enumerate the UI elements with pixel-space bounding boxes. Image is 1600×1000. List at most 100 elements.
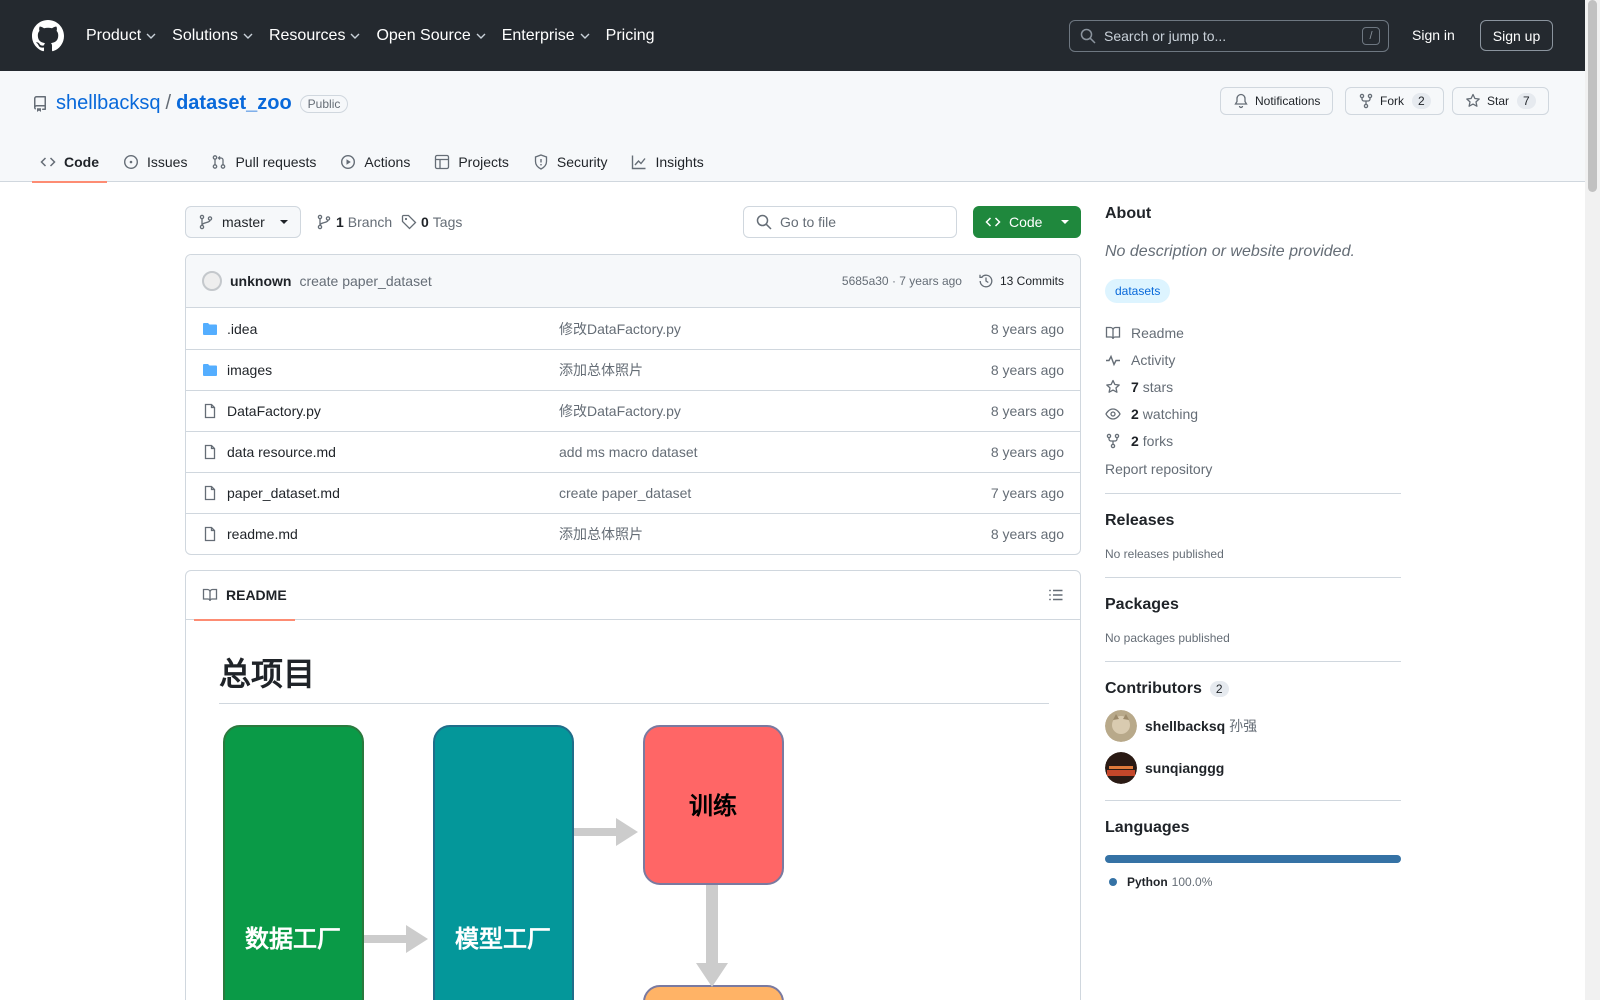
tab-issues[interactable]: Issues	[115, 141, 195, 182]
fork-button[interactable]: Fork 2	[1345, 87, 1444, 115]
tab-security[interactable]: Security	[525, 141, 616, 182]
packages-heading[interactable]: Packages	[1105, 596, 1401, 614]
nav-open-source[interactable]: Open Source	[376, 26, 486, 45]
file-row[interactable]: images 添加总体照片 8 years ago	[186, 349, 1080, 390]
file-row[interactable]: data resource.md add ms macro dataset 8 ye…	[186, 431, 1080, 472]
sidebar-link-label: stars	[1142, 379, 1174, 395]
commit-author[interactable]: unknown	[230, 273, 291, 289]
branches-link[interactable]: 1 Branch	[316, 214, 392, 230]
graph-icon	[632, 155, 647, 169]
tags-link[interactable]: 0 Tags	[401, 214, 462, 230]
list-icon[interactable]	[1048, 587, 1064, 603]
tag-count-label: Tags	[432, 214, 463, 230]
file-commit-message[interactable]: 添加总体照片	[559, 360, 643, 380]
code-dropdown-button[interactable]: Code	[973, 206, 1081, 238]
file-age: 8 years ago	[990, 362, 1064, 378]
file-commit-message[interactable]: 添加总体照片	[559, 524, 643, 544]
tab-insights[interactable]: Insights	[623, 141, 711, 182]
file-row[interactable]: readme.md 添加总体照片 8 years ago	[186, 513, 1080, 554]
commit-meta[interactable]: 5685a30 · 7 years ago	[842, 274, 962, 288]
sidebar-link-stars[interactable]: 7 stars	[1105, 379, 1401, 395]
file-commit-message[interactable]: 修改DataFactory.py	[559, 401, 681, 421]
book-icon	[202, 588, 218, 602]
tab-projects-label: Projects	[458, 153, 509, 170]
file-name[interactable]: .idea	[227, 321, 559, 337]
file-age: 8 years ago	[990, 320, 1064, 337]
nav-solutions[interactable]: Solutions	[172, 27, 253, 45]
next-step-box	[643, 985, 784, 1000]
tab-pull-requests[interactable]: Pull requests	[203, 141, 324, 182]
releases-heading[interactable]: Releases	[1105, 512, 1401, 530]
file-commit-message[interactable]: create paper_dataset	[559, 485, 691, 501]
file-age: 8 years ago	[990, 526, 1064, 542]
releases-text: No releases published	[1105, 547, 1224, 561]
file-name[interactable]: readme.md	[227, 526, 559, 542]
nav-enterprise[interactable]: Enterprise	[502, 27, 590, 45]
file-age: 8 years ago	[990, 444, 1064, 460]
file-list: .idea 修改DataFactory.py 8 years ago images 添加…	[186, 308, 1080, 554]
code-icon	[40, 156, 56, 167]
topic-tag[interactable]: datasets	[1105, 279, 1171, 303]
sidebar-link-label: watching	[1142, 406, 1199, 422]
languages-heading: Languages	[1105, 819, 1190, 836]
packages-text: No packages published	[1105, 631, 1230, 645]
global-header: Product Solutions Resources Open Source …	[0, 0, 1585, 71]
page-scrollbar[interactable]	[1585, 0, 1600, 1000]
language-percent: 100.0%	[1171, 875, 1213, 889]
contributor-item[interactable]: shellbacksq 孙强	[1105, 710, 1401, 742]
contributor-item[interactable]: sunqianggg	[1105, 752, 1401, 784]
tab-pull-requests-label: Pull requests	[235, 153, 317, 170]
readme-tab-label: README	[226, 587, 287, 603]
tab-projects[interactable]: Projects	[426, 141, 517, 182]
tag-count: 0	[421, 214, 429, 230]
sign-up-button[interactable]: Sign up	[1480, 20, 1553, 51]
repo-separator: /	[165, 92, 172, 114]
file-row[interactable]: DataFactory.py 修改DataFactory.py 8 years ag…	[186, 390, 1080, 431]
data-factory-box	[223, 725, 364, 1000]
bell-icon	[1234, 93, 1248, 109]
file-row[interactable]: .idea 修改DataFactory.py 8 years ago	[186, 308, 1080, 349]
file-commit-message[interactable]: 修改DataFactory.py	[559, 319, 681, 339]
sign-in-link[interactable]: Sign in	[1412, 27, 1455, 43]
divider	[1105, 800, 1401, 801]
file-row[interactable]: paper_dataset.md create paper_dataset 7 ye…	[186, 472, 1080, 513]
file-name[interactable]: data resource.md	[227, 444, 559, 460]
tab-code[interactable]: Code	[32, 141, 107, 183]
folder-icon	[203, 322, 217, 335]
file-name[interactable]: paper_dataset.md	[227, 485, 559, 501]
contributors-title: Contributors	[1105, 680, 1202, 697]
file-commit-message[interactable]: add ms macro dataset	[559, 444, 698, 460]
language-item[interactable]: Python 100.0%	[1105, 875, 1401, 889]
go-to-file-input[interactable]: Go to file	[743, 206, 957, 238]
star-button[interactable]: Star 7	[1452, 87, 1549, 115]
contributors-heading[interactable]: Contributors 2	[1105, 680, 1401, 698]
nav-product[interactable]: Product	[86, 27, 156, 45]
chevron-down-icon	[243, 33, 253, 39]
eye-icon	[1105, 408, 1121, 420]
nav-resources[interactable]: Resources	[269, 27, 360, 45]
tab-actions[interactable]: Actions	[332, 141, 418, 182]
repo-owner-link[interactable]: shellbacksq	[56, 92, 161, 115]
star-count: 7	[1517, 93, 1536, 109]
readme-tab[interactable]: README	[194, 571, 295, 621]
sidebar-link-forks[interactable]: 2 forks	[1105, 433, 1401, 449]
commits-link[interactable]: 13 Commits	[978, 273, 1064, 289]
file-icon	[204, 403, 216, 419]
branch-selector[interactable]: master	[185, 206, 301, 238]
file-name[interactable]: images	[227, 362, 559, 378]
nav-pricing[interactable]: Pricing	[606, 27, 655, 45]
commit-message[interactable]: create paper_dataset	[299, 273, 431, 289]
sidebar-link-readme[interactable]: Readme	[1105, 325, 1401, 341]
sidebar-link-watching[interactable]: 2 watching	[1105, 406, 1401, 422]
report-repository-link[interactable]: Report repository	[1105, 461, 1401, 477]
contributor-login: shellbacksq	[1145, 718, 1226, 734]
github-logo-icon[interactable]	[32, 19, 64, 52]
global-search-input[interactable]: Search or jump to... /	[1069, 20, 1389, 52]
repo-name-link[interactable]: dataset_zoo	[176, 92, 292, 115]
nav-open-source-label: Open Source	[376, 26, 471, 44]
divider	[1105, 661, 1401, 662]
notifications-button[interactable]: Notifications	[1220, 87, 1334, 115]
file-name[interactable]: DataFactory.py	[227, 403, 559, 419]
sidebar-link-activity[interactable]: Activity	[1105, 352, 1401, 368]
scrollbar-thumb[interactable]	[1588, 0, 1597, 192]
